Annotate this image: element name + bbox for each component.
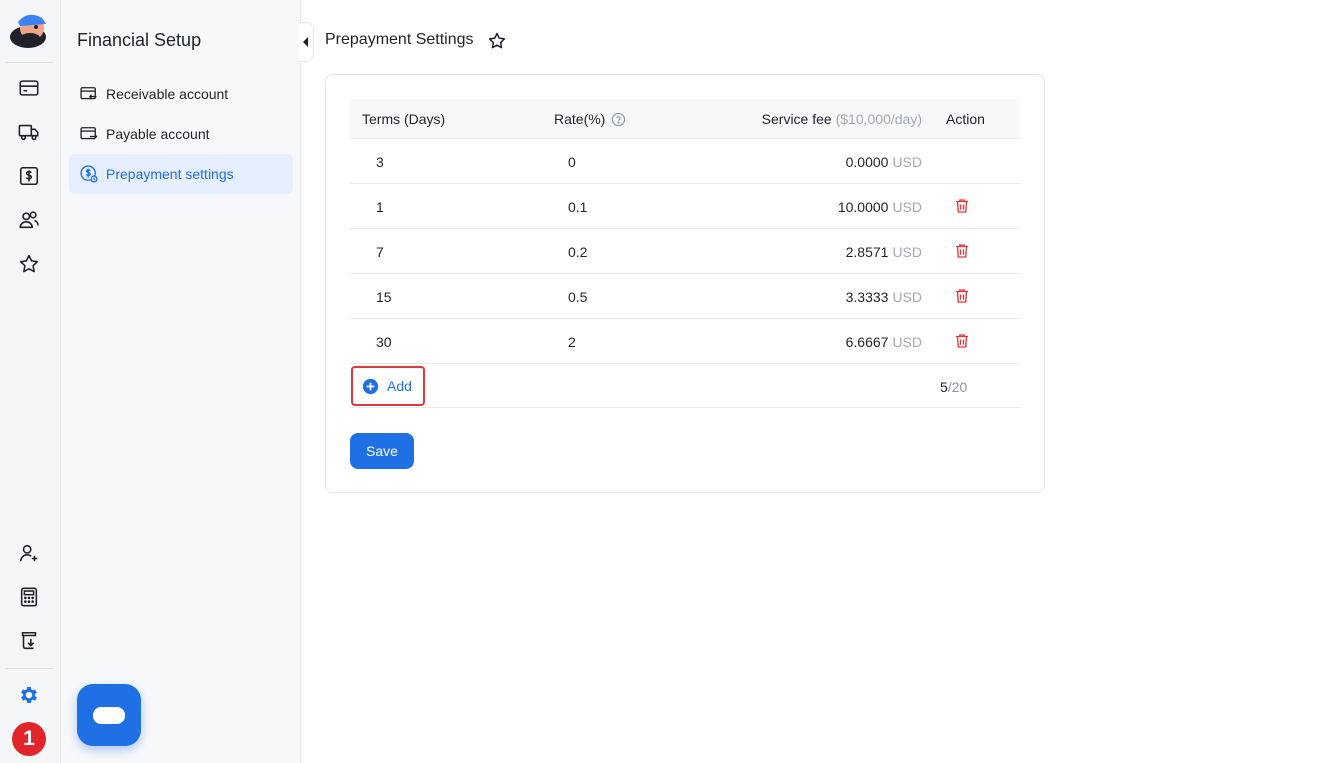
- truck-icon[interactable]: [15, 118, 43, 146]
- fee-amount: 6.6667: [845, 334, 889, 350]
- calculator-icon[interactable]: [15, 583, 43, 611]
- table-row: 30 2 6.6667 USD: [350, 319, 1020, 364]
- table-row: 7 0.2 2.8571 USD: [350, 229, 1020, 274]
- rate-header-label: Rate(%): [554, 111, 606, 127]
- column-header-fee: Service fee ($10,000/day): [762, 111, 922, 127]
- column-header-terms: Terms (Days): [362, 111, 446, 127]
- fee-unit: USD: [892, 154, 922, 170]
- add-user-icon[interactable]: [15, 539, 43, 567]
- table-row: 15 0.5 3.3333 USD: [350, 274, 1020, 319]
- fee-value: 3.3333 USD: [846, 289, 922, 305]
- terms-value[interactable]: 1: [376, 199, 384, 215]
- add-label: Add: [387, 378, 412, 394]
- sidebar-title: Financial Setup: [77, 30, 202, 50]
- rate-value[interactable]: 0.2: [568, 244, 587, 260]
- rate-value[interactable]: 0: [568, 154, 576, 170]
- terms-value[interactable]: 30: [376, 334, 392, 350]
- settings-icon[interactable]: [15, 681, 43, 709]
- rate-value[interactable]: 0.1: [568, 199, 587, 215]
- delete-icon[interactable]: [953, 332, 971, 350]
- prepayment-table: Terms (Days) Rate(%) Service fee ($10,00…: [350, 99, 1020, 408]
- add-term-button[interactable]: Add: [351, 366, 425, 406]
- fee-unit: USD: [892, 244, 922, 260]
- notification-badge[interactable]: 1: [12, 722, 46, 756]
- icon-rail: 1: [0, 0, 61, 763]
- column-header-action: Action: [946, 111, 985, 127]
- collapse-sidebar-button[interactable]: [298, 22, 314, 62]
- brand-logo[interactable]: [6, 10, 52, 50]
- rate-value[interactable]: 2: [568, 334, 576, 350]
- row-count-max: /20: [947, 379, 968, 395]
- receivable-card-icon: [80, 87, 97, 100]
- payable-card-icon: [80, 127, 98, 140]
- sidebar-item-label: Prepayment settings: [106, 166, 234, 182]
- rate-value[interactable]: 0.5: [568, 289, 587, 305]
- dollar-box-icon[interactable]: [15, 162, 43, 190]
- fee-value: 2.8571 USD: [846, 244, 922, 260]
- row-count-current: 5: [940, 379, 948, 395]
- star-icon[interactable]: [15, 250, 43, 278]
- fee-amount: 2.8571: [845, 244, 889, 260]
- download-icon[interactable]: [15, 627, 43, 655]
- plus-circle-icon: [362, 378, 379, 394]
- delete-icon[interactable]: [953, 197, 971, 215]
- add-row: Add 5/20: [350, 364, 1020, 408]
- prepayment-card: Terms (Days) Rate(%) Service fee ($10,00…: [325, 74, 1045, 493]
- sidebar-item-receivable-account[interactable]: Receivable account: [69, 74, 293, 114]
- terms-value[interactable]: 7: [376, 244, 384, 260]
- prepayment-coin-icon: [80, 165, 98, 183]
- table-row: 1 0.1 10.0000 USD: [350, 184, 1020, 229]
- rail-divider: [5, 668, 54, 669]
- rail-divider: [5, 62, 54, 63]
- sidebar-item-payable-account[interactable]: Payable account: [69, 114, 293, 154]
- fee-value: 0.0000 USD: [846, 154, 922, 170]
- sidebar-item-label: Receivable account: [106, 86, 229, 102]
- fee-value: 10.0000 USD: [838, 199, 922, 215]
- fee-header-suffix: ($10,000/day): [835, 111, 922, 127]
- fee-unit: USD: [892, 199, 922, 215]
- help-icon[interactable]: [611, 112, 626, 127]
- favorite-star-icon[interactable]: [487, 31, 507, 51]
- fee-unit: USD: [892, 289, 922, 305]
- fee-amount: 10.0000: [837, 199, 889, 215]
- column-header-rate: Rate(%): [554, 111, 626, 127]
- users-icon[interactable]: [15, 206, 43, 234]
- card-icon[interactable]: [15, 74, 43, 102]
- delete-icon[interactable]: [953, 242, 971, 260]
- row-count: 5/20: [940, 379, 967, 395]
- chat-bubble-icon: [93, 706, 125, 724]
- delete-icon[interactable]: [953, 287, 971, 305]
- fee-unit: USD: [892, 334, 922, 350]
- fee-value: 6.6667 USD: [846, 334, 922, 350]
- fee-amount: 3.3333: [845, 289, 889, 305]
- chat-button[interactable]: [77, 684, 141, 746]
- table-row: 3 0 0.0000 USD: [350, 139, 1020, 184]
- save-button[interactable]: Save: [350, 433, 414, 469]
- fee-amount: 0.0000: [845, 154, 889, 170]
- page-title: Prepayment Settings: [325, 31, 474, 48]
- terms-value[interactable]: 15: [376, 289, 392, 305]
- sidebar-item-label: Payable account: [106, 126, 210, 142]
- fee-header-label: Service fee: [761, 111, 832, 127]
- terms-value[interactable]: 3: [376, 154, 384, 170]
- financial-setup-sidebar: Financial Setup Receivable account Payab…: [61, 0, 301, 763]
- sidebar-item-prepayment-settings[interactable]: Prepayment settings: [69, 154, 293, 194]
- table-header: Terms (Days) Rate(%) Service fee ($10,00…: [350, 99, 1020, 139]
